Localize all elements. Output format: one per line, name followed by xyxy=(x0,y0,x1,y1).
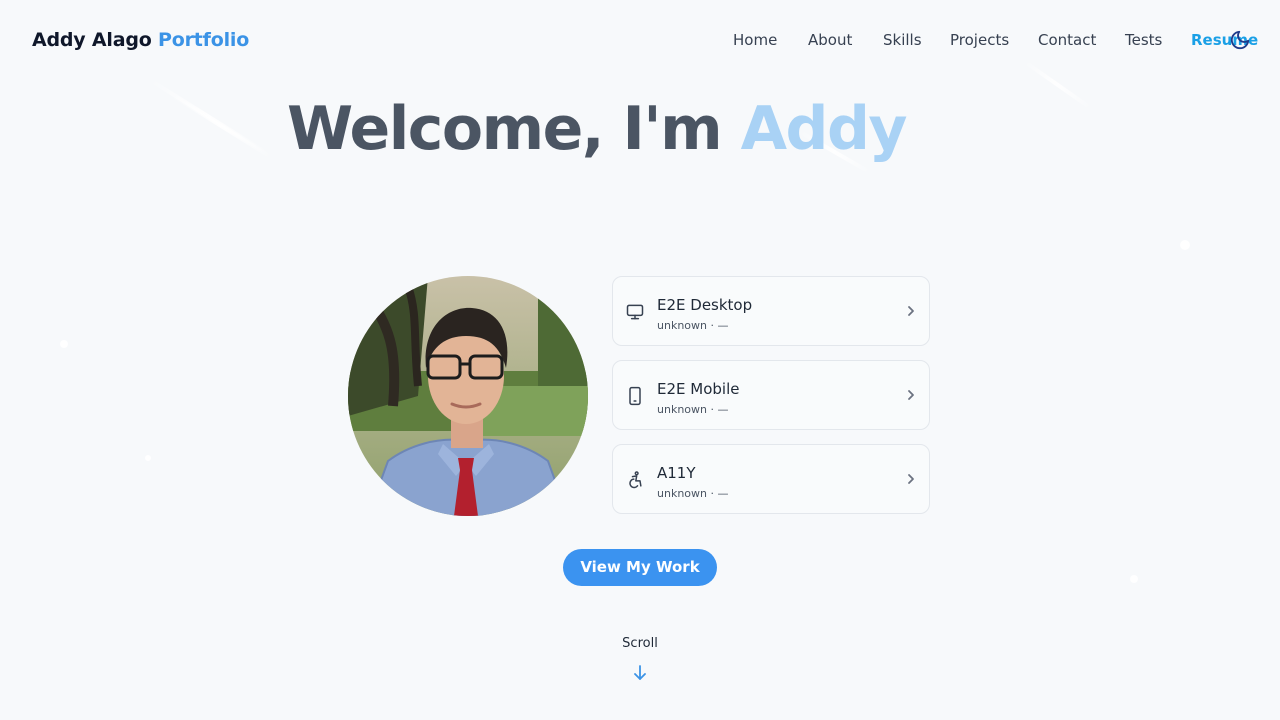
monitor-icon xyxy=(626,304,644,320)
moon-icon xyxy=(1230,30,1250,50)
test-card-title: E2E Desktop xyxy=(657,296,753,314)
view-my-work-button[interactable]: View My Work xyxy=(563,549,717,586)
background-streak xyxy=(1023,60,1092,110)
brand-name: Addy Alago xyxy=(32,29,152,51)
mobile-icon xyxy=(629,386,641,406)
test-card-title: E2E Mobile xyxy=(657,380,740,398)
nav-about[interactable]: About xyxy=(808,31,852,49)
nav-contact[interactable]: Contact xyxy=(1038,31,1096,49)
nav-tests[interactable]: Tests xyxy=(1125,31,1162,49)
test-card-e2e-desktop[interactable]: E2E Desktop unknown · — xyxy=(612,276,930,346)
nav-projects[interactable]: Projects xyxy=(950,31,1009,49)
arrow-down-icon[interactable] xyxy=(632,664,648,682)
hero-title-name: Addy xyxy=(740,94,908,164)
background-sparkle xyxy=(60,340,68,348)
background-sparkle xyxy=(145,455,151,461)
theme-toggle-button[interactable] xyxy=(1229,29,1251,51)
test-card-status: unknown · — xyxy=(657,487,729,500)
chevron-right-icon xyxy=(908,390,914,400)
chevron-right-icon xyxy=(908,474,914,484)
profile-photo xyxy=(348,276,588,516)
brand-suffix: Portfolio xyxy=(158,29,250,51)
test-card-a11y[interactable]: A11Y unknown · — xyxy=(612,444,930,514)
test-card-status: unknown · — xyxy=(657,403,729,416)
background-sparkle xyxy=(1130,575,1138,583)
nav-home[interactable]: Home xyxy=(733,31,777,49)
test-card-e2e-mobile[interactable]: E2E Mobile unknown · — xyxy=(612,360,930,430)
scroll-label: Scroll xyxy=(622,636,658,651)
chevron-right-icon xyxy=(908,306,914,316)
hero-title: Welcome, I'm Addy xyxy=(287,94,908,164)
test-card-title: A11Y xyxy=(657,464,696,482)
main-nav: Home About Skills Projects Contact Tests… xyxy=(733,31,1280,51)
background-sparkle xyxy=(1180,240,1190,250)
test-card-status: unknown · — xyxy=(657,319,729,332)
site-brand[interactable]: Addy Alago Portfolio xyxy=(32,29,249,51)
background-streak xyxy=(168,92,273,160)
hero-title-prefix: Welcome, I'm xyxy=(287,94,723,164)
accessibility-icon xyxy=(629,471,642,489)
nav-skills[interactable]: Skills xyxy=(883,31,922,49)
